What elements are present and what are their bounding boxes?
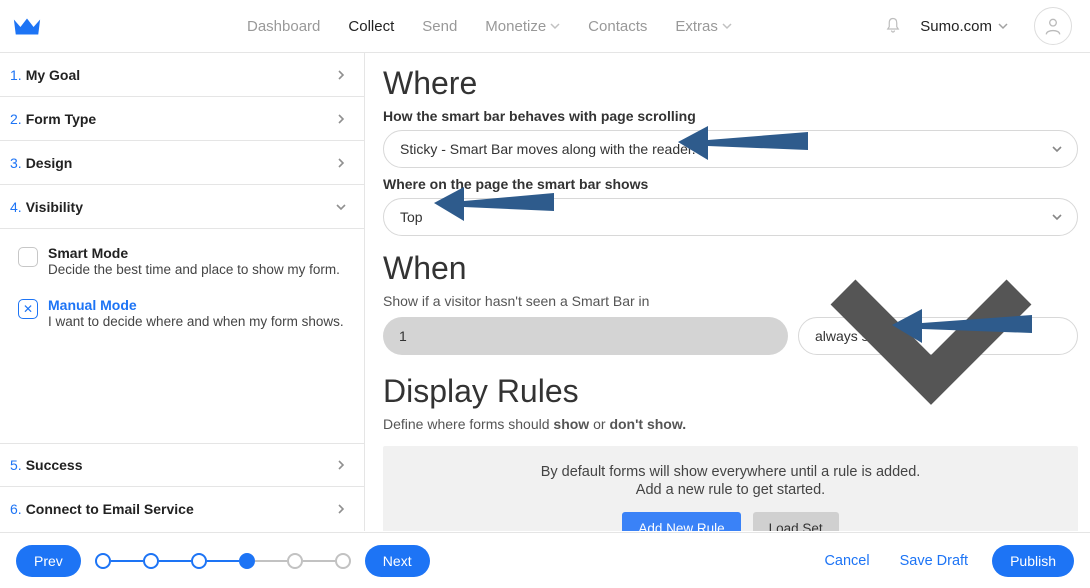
sidebar-item-success[interactable]: 5.Success [0, 443, 364, 487]
step-indicator [95, 553, 351, 569]
position-value: Top [400, 209, 423, 225]
step-dot-3[interactable] [191, 553, 207, 569]
manual-mode-option[interactable]: ✕ Manual Mode I want to decide where and… [18, 297, 356, 331]
scroll-behavior-select[interactable]: Sticky - Smart Bar moves along with the … [383, 130, 1078, 168]
main-content: Where How the smart bar behaves with pag… [365, 53, 1090, 531]
step-number: 1. [10, 67, 22, 83]
prev-button[interactable]: Prev [16, 545, 81, 577]
nav-dashboard[interactable]: Dashboard [247, 18, 320, 35]
step-dot-2[interactable] [143, 553, 159, 569]
nav-collect[interactable]: Collect [348, 18, 394, 35]
sidebar: 1.My Goal 2.Form Type 3.Design 4.Visibil… [0, 53, 365, 531]
intro-prefix: Define where forms should [383, 416, 553, 432]
nav-contacts[interactable]: Contacts [588, 18, 647, 35]
nav-monetize[interactable]: Monetize [485, 18, 560, 35]
manual-mode-checkbox[interactable]: ✕ [18, 299, 38, 319]
avatar-icon [1043, 16, 1063, 36]
frequency-number-value: 1 [399, 328, 407, 344]
publish-button[interactable]: Publish [992, 545, 1074, 577]
top-nav: Dashboard Collect Send Monetize Contacts… [247, 18, 732, 35]
scroll-behavior-label: How the smart bar behaves with page scro… [383, 108, 1078, 124]
frequency-unit-select[interactable]: always show [798, 317, 1078, 355]
sidebar-item-form-type[interactable]: 2.Form Type [0, 97, 364, 141]
avatar[interactable] [1034, 7, 1072, 45]
step-dot-5[interactable] [287, 553, 303, 569]
step-dot-6[interactable] [335, 553, 351, 569]
frequency-number-input[interactable]: 1 [383, 317, 788, 355]
step-label: Design [26, 155, 73, 171]
step-number: 5. [10, 457, 22, 473]
smart-mode-checkbox[interactable] [18, 247, 38, 267]
chevron-right-icon [336, 158, 346, 168]
next-button[interactable]: Next [365, 545, 430, 577]
smart-mode-title: Smart Mode [48, 245, 340, 261]
rules-hint-line2: Add a new rule to get started. [393, 482, 1068, 498]
step-number: 3. [10, 155, 22, 171]
save-draft-button[interactable]: Save Draft [894, 552, 975, 570]
step-label: Form Type [26, 111, 97, 127]
bell-icon[interactable] [884, 17, 902, 35]
chevron-down-icon [722, 21, 732, 31]
chevron-right-icon [336, 504, 346, 514]
visibility-panel: Smart Mode Decide the best time and plac… [0, 229, 364, 359]
step-label: My Goal [26, 67, 80, 83]
nav-send[interactable]: Send [422, 18, 457, 35]
account-menu[interactable]: Sumo.com [920, 18, 1008, 35]
header-right: Sumo.com [884, 7, 1072, 45]
add-new-rule-button[interactable]: Add New Rule [622, 512, 740, 531]
chevron-down-icon [1051, 143, 1063, 155]
chevron-right-icon [336, 114, 346, 124]
app-header: Dashboard Collect Send Monetize Contacts… [0, 0, 1090, 53]
position-label: Where on the page the smart bar shows [383, 176, 1078, 192]
chevron-down-icon [336, 202, 346, 212]
step-dot-4[interactable] [239, 553, 255, 569]
sidebar-item-visibility[interactable]: 4.Visibility [0, 185, 364, 229]
nav-extras-label: Extras [675, 18, 718, 35]
where-heading: Where [383, 65, 1078, 102]
chevron-down-icon [550, 21, 560, 31]
footer-bar: Prev Next Cancel Save Draft Publish [0, 532, 1090, 588]
step-label: Connect to Email Service [26, 501, 194, 517]
scroll-behavior-value: Sticky - Smart Bar moves along with the … [400, 141, 696, 157]
smart-mode-option[interactable]: Smart Mode Decide the best time and plac… [18, 245, 356, 279]
smart-mode-desc: Decide the best time and place to show m… [48, 261, 340, 279]
step-number: 6. [10, 501, 22, 517]
sidebar-item-my-goal[interactable]: 1.My Goal [0, 53, 364, 97]
sidebar-item-design[interactable]: 3.Design [0, 141, 364, 185]
step-number: 2. [10, 111, 22, 127]
manual-mode-desc: I want to decide where and when my form … [48, 313, 344, 331]
logo-crown-icon [12, 15, 42, 37]
cancel-button[interactable]: Cancel [818, 552, 875, 570]
step-label: Visibility [26, 199, 83, 215]
chevron-right-icon [336, 460, 346, 470]
step-label: Success [26, 457, 83, 473]
intro-dont: don't show. [609, 416, 686, 432]
sidebar-item-email-service[interactable]: 6.Connect to Email Service [0, 487, 364, 531]
load-set-button[interactable]: Load Set [753, 512, 839, 531]
step-dot-1[interactable] [95, 553, 111, 569]
step-number: 4. [10, 199, 22, 215]
manual-mode-title: Manual Mode [48, 297, 344, 313]
nav-extras[interactable]: Extras [675, 18, 732, 35]
chevron-down-icon [799, 204, 1063, 468]
intro-mid: or [589, 416, 609, 432]
intro-show: show [553, 416, 589, 432]
chevron-right-icon [336, 70, 346, 80]
nav-monetize-label: Monetize [485, 18, 546, 35]
chevron-down-icon [998, 21, 1008, 31]
account-label: Sumo.com [920, 18, 992, 35]
